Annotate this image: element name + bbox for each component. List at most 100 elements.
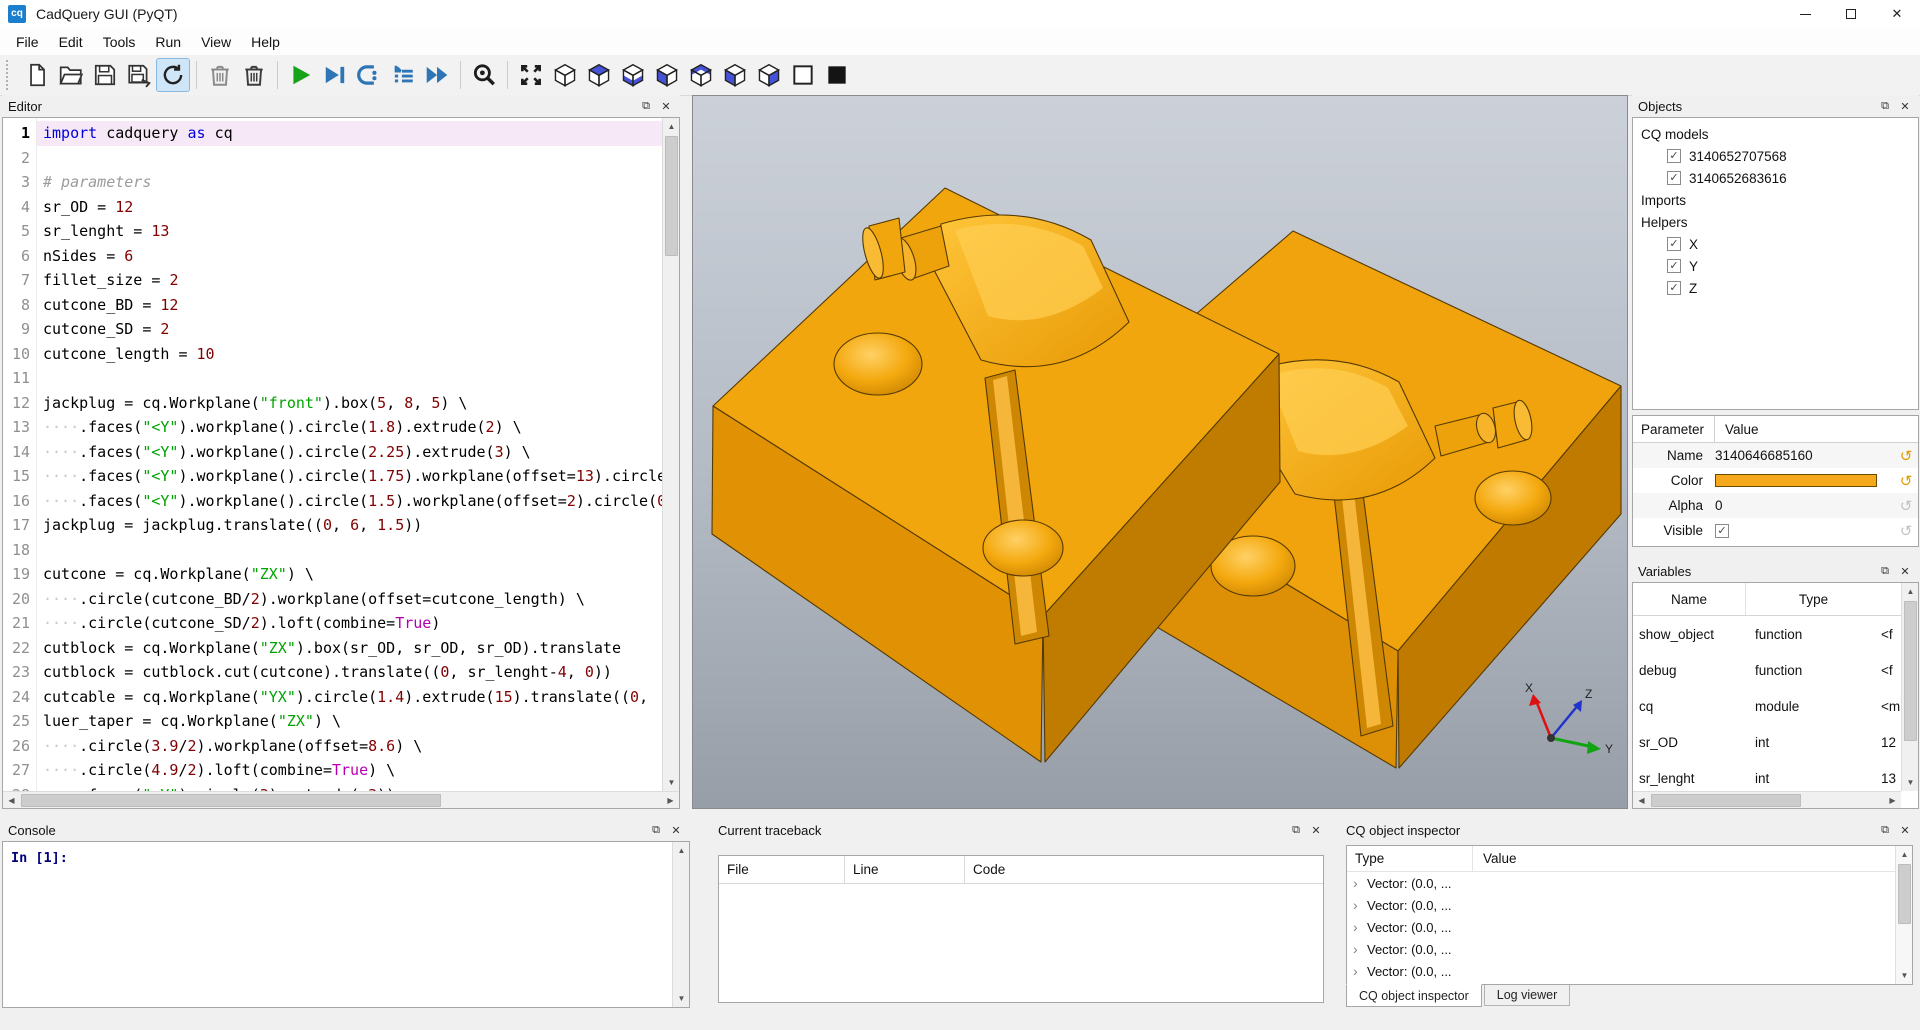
expand-chevron-icon[interactable]: › bbox=[1353, 875, 1367, 891]
menu-view[interactable]: View bbox=[191, 30, 241, 54]
tree-item-3140652683616[interactable]: ✓3140652683616 bbox=[1633, 167, 1918, 189]
inspector-row[interactable]: ›Vector: (0.0, ... bbox=[1347, 872, 1895, 894]
view-left-button[interactable] bbox=[719, 59, 751, 91]
minimize-button[interactable] bbox=[1782, 0, 1828, 28]
expand-chevron-icon[interactable]: › bbox=[1353, 919, 1367, 935]
menu-run[interactable]: Run bbox=[145, 30, 191, 54]
tree-item-imports[interactable]: Imports bbox=[1633, 189, 1918, 211]
step-in-button[interactable] bbox=[387, 59, 419, 91]
tree-item-z[interactable]: ✓Z bbox=[1633, 277, 1918, 299]
checkbox[interactable]: ✓ bbox=[1667, 171, 1681, 185]
inspector-row[interactable]: ›Vector: (0.0, ... bbox=[1347, 938, 1895, 960]
float-panel-icon[interactable]: ⧉ bbox=[1877, 100, 1893, 113]
menu-help[interactable]: Help bbox=[241, 30, 290, 54]
float-panel-icon[interactable]: ⧉ bbox=[1877, 565, 1893, 578]
checkbox[interactable]: ✓ bbox=[1667, 237, 1681, 251]
autoreload-button[interactable] bbox=[157, 59, 189, 91]
tree-item-x[interactable]: ✓X bbox=[1633, 233, 1918, 255]
undo-icon[interactable]: ↺ bbox=[1894, 497, 1918, 515]
view-top-button[interactable] bbox=[583, 59, 615, 91]
editor-code[interactable]: import cadquery as cq# parameterssr_OD =… bbox=[37, 118, 662, 791]
scroll-left-icon[interactable]: ◀ bbox=[3, 792, 20, 809]
variable-row-show_object[interactable]: show_objectfunction<f bbox=[1633, 616, 1901, 652]
checkbox[interactable]: ✓ bbox=[1667, 149, 1681, 163]
view-right-button[interactable] bbox=[753, 59, 785, 91]
close-panel-icon[interactable]: ✕ bbox=[1897, 100, 1913, 113]
delete-object-button[interactable] bbox=[204, 59, 236, 91]
close-panel-icon[interactable]: ✕ bbox=[1897, 824, 1913, 837]
tree-item-helpers[interactable]: Helpers bbox=[1633, 211, 1918, 233]
undo-icon[interactable]: ↺ bbox=[1894, 522, 1918, 540]
scrollbar-thumb[interactable] bbox=[1651, 794, 1801, 807]
menu-edit[interactable]: Edit bbox=[49, 30, 93, 54]
float-panel-icon[interactable]: ⧉ bbox=[1288, 824, 1304, 837]
variable-row-debug[interactable]: debugfunction<f bbox=[1633, 652, 1901, 688]
tree-item-y[interactable]: ✓Y bbox=[1633, 255, 1918, 277]
view-back-button[interactable] bbox=[685, 59, 717, 91]
toggle-shaded-button[interactable] bbox=[821, 59, 853, 91]
expand-chevron-icon[interactable]: › bbox=[1353, 941, 1367, 957]
float-panel-icon[interactable]: ⧉ bbox=[638, 100, 654, 113]
toggle-wireframe-button[interactable] bbox=[787, 59, 819, 91]
maximize-button[interactable] bbox=[1828, 0, 1874, 28]
console-area[interactable]: In [1]: ▲ ▼ bbox=[2, 841, 690, 1008]
visible-checkbox[interactable]: ✓ bbox=[1715, 524, 1729, 538]
close-panel-icon[interactable]: ✕ bbox=[1308, 824, 1324, 837]
scroll-up-icon[interactable]: ▲ bbox=[663, 118, 679, 135]
close-panel-icon[interactable]: ✕ bbox=[658, 100, 674, 113]
undo-icon[interactable]: ↺ bbox=[1894, 472, 1918, 490]
scrollbar-thumb[interactable] bbox=[665, 136, 678, 256]
save-button[interactable] bbox=[89, 59, 121, 91]
checkbox[interactable]: ✓ bbox=[1667, 259, 1681, 273]
fit-view-button[interactable] bbox=[515, 59, 547, 91]
color-swatch[interactable] bbox=[1715, 474, 1877, 487]
inspector-row[interactable]: ›Vector: (0.0, ... bbox=[1347, 916, 1895, 938]
step-button[interactable] bbox=[353, 59, 385, 91]
close-panel-icon[interactable]: ✕ bbox=[1897, 565, 1913, 578]
view-bottom-button[interactable] bbox=[617, 59, 649, 91]
tab-cq-object-inspector[interactable]: CQ object inspector bbox=[1346, 984, 1482, 1007]
param-row-name[interactable]: Name3140646685160↺ bbox=[1633, 443, 1918, 468]
delete-all-button[interactable] bbox=[238, 59, 270, 91]
open-file-button[interactable] bbox=[55, 59, 87, 91]
inspector-row[interactable]: ›Vector: (0.0, ... bbox=[1347, 960, 1895, 982]
variable-row-cq[interactable]: cqmodule<m bbox=[1633, 688, 1901, 724]
close-panel-icon[interactable]: ✕ bbox=[668, 824, 684, 837]
view-front-button[interactable] bbox=[651, 59, 683, 91]
param-row-visible[interactable]: Visible✓↺ bbox=[1633, 518, 1918, 543]
scroll-up-icon[interactable]: ▲ bbox=[1902, 583, 1919, 600]
variable-row-sr_OD[interactable]: sr_ODint12 bbox=[1633, 724, 1901, 760]
save-as-button[interactable] bbox=[123, 59, 155, 91]
editor-vertical-scrollbar[interactable]: ▲ ▼ bbox=[662, 118, 679, 791]
toolbar-drag-handle[interactable] bbox=[6, 60, 12, 90]
scroll-up-icon[interactable]: ▲ bbox=[1896, 846, 1913, 863]
inspect-objects-button[interactable] bbox=[468, 59, 500, 91]
editor-horizontal-scrollbar[interactable]: ◀ ▶ bbox=[3, 791, 679, 808]
scroll-up-icon[interactable]: ▲ bbox=[673, 842, 690, 859]
param-row-alpha[interactable]: Alpha0↺ bbox=[1633, 493, 1918, 518]
float-panel-icon[interactable]: ⧉ bbox=[648, 824, 664, 837]
view-iso-button[interactable] bbox=[549, 59, 581, 91]
tab-log-viewer[interactable]: Log viewer bbox=[1484, 985, 1570, 1006]
menu-file[interactable]: File bbox=[6, 30, 49, 54]
new-file-button[interactable] bbox=[21, 59, 53, 91]
scrollbar-thumb[interactable] bbox=[21, 794, 441, 807]
scrollbar-thumb[interactable] bbox=[1904, 601, 1917, 741]
debug-button[interactable] bbox=[319, 59, 351, 91]
variables-vertical-scrollbar[interactable]: ▲ ▼ bbox=[1901, 583, 1918, 791]
console-vertical-scrollbar[interactable]: ▲ ▼ bbox=[672, 842, 689, 1007]
menu-tools[interactable]: Tools bbox=[93, 30, 146, 54]
float-panel-icon[interactable]: ⧉ bbox=[1877, 824, 1893, 837]
expand-chevron-icon[interactable]: › bbox=[1353, 963, 1367, 979]
variables-horizontal-scrollbar[interactable]: ◀ ▶ bbox=[1633, 791, 1901, 808]
viewport-3d[interactable]: X Z Y bbox=[692, 95, 1628, 809]
tree-item-3140652707568[interactable]: ✓3140652707568 bbox=[1633, 145, 1918, 167]
scrollbar-thumb[interactable] bbox=[1898, 864, 1911, 924]
scroll-down-icon[interactable]: ▼ bbox=[1902, 774, 1919, 791]
checkbox[interactable]: ✓ bbox=[1667, 281, 1681, 295]
render-button[interactable] bbox=[285, 59, 317, 91]
scroll-down-icon[interactable]: ▼ bbox=[673, 990, 690, 1007]
inspector-vertical-scrollbar[interactable]: ▲ ▼ bbox=[1895, 846, 1912, 984]
scroll-right-icon[interactable]: ▶ bbox=[1884, 792, 1901, 809]
scroll-left-icon[interactable]: ◀ bbox=[1633, 792, 1650, 809]
